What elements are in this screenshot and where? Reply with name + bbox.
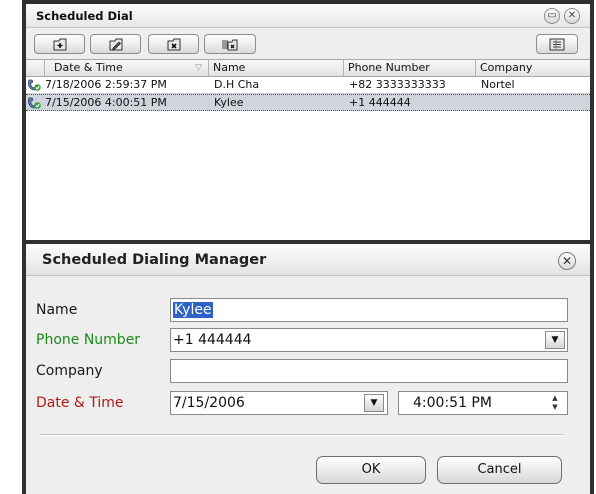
dialog-separator (40, 434, 564, 436)
column-header-phone[interactable]: Phone Number (344, 60, 476, 76)
edit-schedule-button[interactable] (90, 34, 141, 54)
company-field[interactable] (170, 359, 568, 383)
time-value: 4:00:51 PM (413, 395, 492, 411)
close-icon: ✕ (561, 254, 573, 268)
row-phone: +82 3333333333 (349, 78, 446, 91)
date-dropdown-button[interactable]: ▼ (364, 394, 384, 412)
row-phone: +1 444444 (349, 96, 411, 109)
scheduled-dial-toolbar (26, 29, 590, 59)
column-header-date-time[interactable]: Date & Time ▽ (45, 60, 209, 76)
row-date-time: 7/15/2006 4:00:51 PM (45, 96, 167, 109)
scheduled-call-icon (26, 77, 42, 93)
sort-descending-icon: ▽ (195, 63, 202, 73)
row-company: Nortel (481, 78, 515, 91)
name-label: Name (36, 302, 78, 318)
delete-schedule-icon (167, 38, 180, 51)
close-button[interactable]: ✕ (564, 8, 580, 24)
schedule-list: Date & Time ▽ Name Phone Number Company (26, 59, 590, 242)
column-header-date-time-label: Date & Time (54, 61, 123, 74)
date-value: 7/15/2006 (173, 395, 245, 411)
name-field-value: Kylee (173, 302, 213, 318)
name-field[interactable]: Kylee (170, 298, 568, 322)
row-name: Kylee (214, 96, 244, 109)
list-view-button[interactable] (536, 34, 578, 54)
schedule-list-header: Date & Time ▽ Name Phone Number Company (26, 60, 590, 77)
dialog-frame: Scheduled Dialing Manager ✕ Name Kylee P… (26, 244, 590, 494)
add-schedule-button[interactable] (34, 34, 85, 54)
scheduled-call-icon (26, 95, 42, 111)
list-view-icon (549, 38, 565, 51)
phone-number-value: +1 444444 (173, 332, 252, 348)
ok-button[interactable]: OK (316, 456, 426, 484)
restore-icon: ▭ (547, 10, 557, 21)
scheduled-dialing-manager-dialog: Scheduled Dialing Manager ✕ Name Kylee P… (22, 240, 594, 494)
phone-number-combo[interactable]: +1 444444 ▼ (170, 328, 568, 352)
column-header-name[interactable]: Name (209, 60, 344, 76)
dialog-close-button[interactable]: ✕ (558, 252, 576, 270)
schedule-row-selected[interactable]: 7/15/2006 4:00:51 PM Kylee +1 444444 (26, 94, 590, 111)
dialog-title: Scheduled Dialing Manager (42, 252, 267, 268)
phone-number-label: Phone Number (36, 332, 141, 348)
chevron-down-icon: ▼ (370, 398, 378, 408)
column-header-company-label: Company (480, 61, 533, 74)
time-spin-buttons: ▲ ▼ (545, 394, 565, 412)
spin-up-icon[interactable]: ▲ (545, 394, 565, 403)
delete-all-schedules-icon (222, 39, 238, 51)
row-name: D.H Cha (214, 78, 260, 91)
cancel-button[interactable]: Cancel (437, 456, 562, 484)
date-picker[interactable]: 7/15/2006 ▼ (170, 391, 388, 415)
column-header-phone-label: Phone Number (348, 61, 430, 74)
scheduled-dial-titlebar[interactable]: Scheduled Dial ▭ ✕ (26, 4, 590, 28)
chevron-down-icon: ▼ (551, 335, 559, 345)
close-icon: ✕ (567, 10, 577, 21)
add-schedule-icon (53, 38, 66, 51)
time-spinner[interactable]: 4:00:51 PM ▲ ▼ (398, 391, 568, 415)
company-label: Company (36, 363, 103, 379)
column-header-name-label: Name (213, 61, 246, 74)
scheduled-dial-frame: Scheduled Dial ▭ ✕ Date & Time ▽ Name Ph… (26, 4, 590, 242)
phone-number-dropdown-button[interactable]: ▼ (545, 331, 565, 349)
scheduled-dial-title: Scheduled Dial (36, 9, 133, 23)
row-date-time: 7/18/2006 2:59:37 PM (45, 78, 167, 91)
row-company (478, 95, 590, 111)
spin-down-icon[interactable]: ▼ (545, 403, 565, 412)
edit-schedule-icon (109, 38, 122, 51)
date-time-label: Date & Time (36, 395, 124, 411)
schedule-row[interactable]: 7/18/2006 2:59:37 PM D.H Cha +82 3333333… (26, 77, 590, 94)
restore-button[interactable]: ▭ (544, 8, 560, 24)
delete-all-schedules-button[interactable] (204, 34, 256, 54)
scheduled-dial-window: Scheduled Dial ▭ ✕ Date & Time ▽ Name Ph… (22, 0, 594, 244)
icon-column-header (26, 60, 45, 76)
dialog-titlebar[interactable]: Scheduled Dialing Manager ✕ (26, 244, 590, 276)
delete-schedule-button[interactable] (148, 34, 199, 54)
column-header-company[interactable]: Company (476, 60, 590, 76)
